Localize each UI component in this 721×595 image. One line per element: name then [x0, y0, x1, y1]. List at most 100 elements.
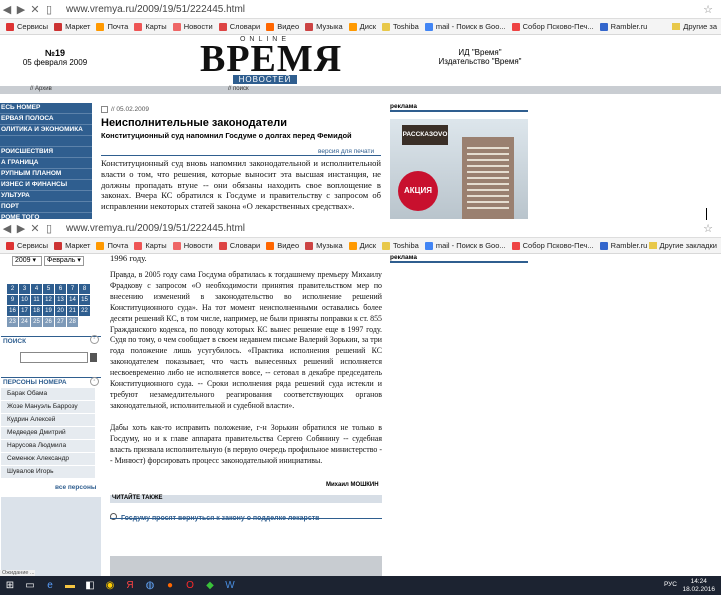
calendar-day[interactable]: 11	[31, 295, 42, 305]
bookmark-star-icon[interactable]: ☆	[703, 3, 713, 16]
bookmark-item[interactable]: Карты	[134, 241, 167, 250]
menu-item[interactable]: А ГРАНИЦА	[0, 158, 92, 169]
calendar-day[interactable]: 18	[31, 306, 42, 316]
menu-item[interactable]: ОЛИТИКА И ЭКОНОМИКА	[0, 125, 92, 136]
calendar-day[interactable]: 7	[67, 284, 78, 294]
forward-icon[interactable]: ▶	[14, 222, 28, 235]
bookmark-item[interactable]: Словари	[218, 241, 260, 250]
bookmark-item[interactable]: Диск	[348, 241, 376, 250]
calendar-day[interactable]: 15	[79, 295, 90, 305]
print-version-link[interactable]: версия для печати	[318, 148, 374, 155]
word-icon[interactable]: W	[220, 576, 240, 595]
other-bookmarks[interactable]: Другие закладки	[648, 241, 717, 250]
person-link[interactable]: Шувалов Игорь	[1, 466, 95, 479]
clock[interactable]: 14:24 18.02.2016	[682, 578, 715, 594]
year-select[interactable]: 2009 ▾	[12, 256, 42, 266]
bookmark-item[interactable]: Музыка	[305, 241, 343, 250]
bookmark-item[interactable]: Музыка	[305, 22, 343, 31]
calendar-day[interactable]: 12	[43, 295, 54, 305]
calendar-day[interactable]: 8	[79, 284, 90, 294]
bookmark-item[interactable]: Маркет	[54, 241, 90, 250]
calendar-day[interactable]: 3	[19, 284, 30, 294]
explorer-icon[interactable]: ▬	[60, 576, 80, 595]
calendar-day[interactable]: 9	[7, 295, 18, 305]
bookmark-item[interactable]: Собор Псково-Печ...	[511, 22, 594, 31]
bookmark-item[interactable]: Почта	[96, 241, 128, 250]
bookmark-item[interactable]: Видео	[266, 241, 299, 250]
month-select[interactable]: Февраль ▾	[44, 256, 84, 266]
calendar-day[interactable]: 13	[55, 295, 66, 305]
bookmark-item[interactable]: Карты	[134, 22, 167, 31]
calendar-day[interactable]: 26	[43, 317, 54, 327]
calendar-day[interactable]: 4	[31, 284, 42, 294]
calendar-day[interactable]: 19	[43, 306, 54, 316]
chrome-icon[interactable]: ◉	[100, 576, 120, 595]
bookmark-item[interactable]: Собор Псково-Печ...	[511, 241, 594, 250]
bookmark-item[interactable]: Маркет	[54, 22, 90, 31]
calendar-day[interactable]: 21	[67, 306, 78, 316]
bookmark-star-icon[interactable]: ☆	[703, 222, 713, 235]
related-article[interactable]: Госдуму просят вернуться к закону о подд…	[110, 507, 382, 525]
url-text[interactable]: www.vremya.ru/2009/19/51/222445.html	[66, 4, 245, 15]
bookmark-item[interactable]: Rambler.ru	[599, 241, 647, 250]
bookmark-item[interactable]: Диск	[348, 22, 376, 31]
start-icon[interactable]: ⊞	[0, 576, 20, 595]
person-link[interactable]: Семенюк Александр	[1, 453, 95, 466]
search-link[interactable]: // поиск	[228, 86, 249, 92]
calendar-day[interactable]: 23	[7, 317, 18, 327]
logo[interactable]: ONLINE ВРЕМЯ НОВОСТЕЙ	[200, 36, 341, 84]
back-icon[interactable]: ◀	[0, 3, 14, 16]
menu-item[interactable]	[0, 136, 92, 147]
bookmark-item[interactable]: Toshiba	[381, 22, 419, 31]
url-text[interactable]: www.vremya.ru/2009/19/51/222445.html	[66, 223, 245, 234]
skype-icon[interactable]: ◍	[140, 576, 160, 595]
bookmark-item[interactable]: Сервисы	[6, 241, 48, 250]
app-icon[interactable]: ◆	[200, 576, 220, 595]
stop-icon[interactable]: ✕	[28, 3, 42, 16]
menu-item[interactable]: УЛЬТУРА	[0, 191, 92, 202]
bookmark-item[interactable]: mail - Поиск в Goo...	[424, 241, 506, 250]
store-icon[interactable]: ◧	[80, 576, 100, 595]
search-input[interactable]	[20, 352, 88, 363]
person-link[interactable]: Нарусова Людмила	[1, 440, 95, 453]
stop-icon[interactable]: ✕	[28, 222, 42, 235]
calendar-day[interactable]: 22	[79, 306, 90, 316]
person-link[interactable]: Медведев Дмитрий	[1, 427, 95, 440]
all-persons-link[interactable]: все персоны	[55, 484, 96, 491]
menu-item[interactable]: РОИСШЕСТВИЯ	[0, 147, 92, 158]
calendar-day[interactable]: 5	[43, 284, 54, 294]
bookmark-item[interactable]: Rambler.ru	[599, 22, 647, 31]
task-view-icon[interactable]: ▭	[20, 576, 40, 595]
person-link[interactable]: Барак Обама	[1, 388, 95, 401]
bookmark-item[interactable]: mail - Поиск в Goo...	[424, 22, 506, 31]
yandex-icon[interactable]: Я	[120, 576, 140, 595]
bookmark-item[interactable]: Сервисы	[6, 22, 48, 31]
bookmark-item[interactable]: Toshiba	[381, 241, 419, 250]
calendar-day[interactable]: 28	[67, 317, 78, 327]
menu-item[interactable]: ЕСЬ НОМЕР	[0, 103, 92, 114]
bookmark-item[interactable]: Почта	[96, 22, 128, 31]
person-link[interactable]: Жозе Мануэль Баррозу	[1, 401, 95, 414]
edge-icon[interactable]: e	[40, 576, 60, 595]
bookmark-item[interactable]: Словари	[218, 22, 260, 31]
ad-banner[interactable]: РАССКАЗОVО АКЦИЯ	[390, 119, 528, 219]
bookmark-item[interactable]: Видео	[266, 22, 299, 31]
calendar-day[interactable]: 10	[19, 295, 30, 305]
collapse-icon[interactable]: ◦	[90, 377, 99, 386]
bookmark-item[interactable]: Новости	[172, 22, 213, 31]
other-bookmarks[interactable]: Другие за	[672, 22, 717, 31]
calendar-day[interactable]: 6	[55, 284, 66, 294]
search-button[interactable]	[90, 353, 97, 362]
menu-item[interactable]: ЕРВАЯ ПОЛОСА	[0, 114, 92, 125]
bookmark-item[interactable]: Новости	[172, 241, 213, 250]
calendar-day[interactable]: 17	[19, 306, 30, 316]
collapse-icon[interactable]: ◦	[90, 335, 99, 344]
calendar-day[interactable]: 27	[55, 317, 66, 327]
menu-item[interactable]: ПОРТ	[0, 202, 92, 213]
calendar-day[interactable]: 14	[67, 295, 78, 305]
language-indicator[interactable]: РУС	[664, 581, 677, 588]
person-link[interactable]: Кудрин Алексей	[1, 414, 95, 427]
forward-icon[interactable]: ▶	[14, 3, 28, 16]
calendar-day[interactable]: 20	[55, 306, 66, 316]
calendar-day[interactable]: 16	[7, 306, 18, 316]
